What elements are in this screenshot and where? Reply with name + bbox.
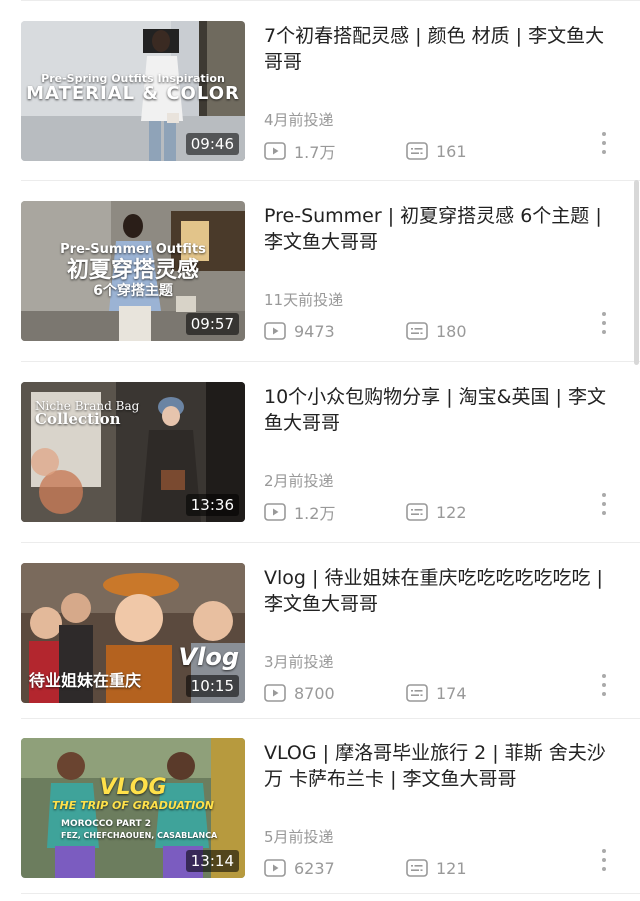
danmaku-count-value: 161 bbox=[436, 141, 467, 161]
more-options-icon[interactable] bbox=[597, 491, 611, 517]
video-thumbnail[interactable]: Pre-Spring Outfits Inspiration MATERIAL … bbox=[21, 21, 245, 161]
video-thumbnail[interactable]: Pre-Summer Outfits 初夏穿搭灵感 6个穿搭主题 09:57 bbox=[21, 201, 245, 341]
video-item[interactable]: Niche Brand Bag Collection 13:36 10个小众包购… bbox=[0, 362, 640, 542]
play-count: 6237 bbox=[264, 859, 406, 878]
video-thumbnail[interactable]: VLOG THE TRIP OF GRADUATION MOROCCO PART… bbox=[21, 738, 245, 878]
video-title[interactable]: 7个初春搭配灵感 | 颜色 材质 | 李文鱼大哥哥 bbox=[264, 23, 619, 75]
more-options-icon[interactable] bbox=[597, 672, 611, 698]
play-count: 8700 bbox=[264, 684, 406, 703]
play-count-icon bbox=[264, 684, 286, 702]
video-title[interactable]: Pre-Summer | 初夏穿搭灵感 6个主题 | 李文鱼大哥哥 bbox=[264, 203, 619, 255]
danmaku-count-icon bbox=[406, 322, 428, 340]
video-stats: 1.7万 161 bbox=[264, 139, 548, 163]
video-stats: 9473 180 bbox=[264, 319, 548, 343]
danmaku-count: 122 bbox=[406, 503, 548, 522]
video-title[interactable]: Vlog | 待业姐妹在重庆吃吃吃吃吃吃吃 | 李文鱼大哥哥 bbox=[264, 565, 619, 617]
play-count-icon bbox=[264, 142, 286, 160]
video-duration: 09:57 bbox=[185, 313, 239, 335]
posted-time: 3月前投递 bbox=[264, 653, 334, 671]
video-item[interactable]: Pre-Spring Outfits Inspiration MATERIAL … bbox=[0, 1, 640, 181]
play-count: 1.2万 bbox=[264, 500, 406, 524]
play-count-value: 8700 bbox=[294, 683, 335, 703]
danmaku-count-value: 122 bbox=[436, 502, 467, 522]
video-duration: 10:15 bbox=[185, 675, 239, 697]
more-options-icon[interactable] bbox=[597, 847, 611, 873]
thumbnail-caption-sub: 待业姐妹在重庆 bbox=[29, 671, 142, 690]
thumbnail-caption-sub: FEZ, CHEFCHAOUEN, CASABLANCA bbox=[61, 831, 218, 840]
play-count-icon bbox=[264, 503, 286, 521]
video-item[interactable]: VLOG THE TRIP OF GRADUATION MOROCCO PART… bbox=[0, 718, 640, 898]
video-title[interactable]: VLOG | 摩洛哥毕业旅行 2 | 菲斯 舍夫沙万 卡萨布兰卡 | 李文鱼大哥… bbox=[264, 740, 619, 792]
danmaku-count-icon bbox=[406, 684, 428, 702]
danmaku-count: 161 bbox=[406, 142, 548, 161]
danmaku-count-icon bbox=[406, 142, 428, 160]
video-stats: 6237 121 bbox=[264, 856, 548, 880]
video-thumbnail[interactable]: Niche Brand Bag Collection 13:36 bbox=[21, 382, 245, 522]
danmaku-count-icon bbox=[406, 859, 428, 877]
play-count: 1.7万 bbox=[264, 139, 406, 163]
divider bbox=[21, 893, 640, 894]
thumbnail-caption-large: MATERIAL & COLOR bbox=[26, 83, 240, 104]
more-options-icon[interactable] bbox=[597, 130, 611, 156]
thumbnail-caption-large: 初夏穿搭灵感 bbox=[66, 258, 199, 283]
video-thumbnail[interactable]: Vlog 待业姐妹在重庆 10:15 bbox=[21, 563, 245, 703]
video-stats: 1.2万 122 bbox=[264, 500, 548, 524]
scrollbar[interactable] bbox=[634, 180, 639, 365]
video-duration: 09:46 bbox=[185, 133, 239, 155]
video-item[interactable]: Vlog 待业姐妹在重庆 10:15 Vlog | 待业姐妹在重庆吃吃吃吃吃吃吃… bbox=[0, 543, 640, 723]
thumbnail-caption-small: THE TRIP OF GRADUATION bbox=[52, 799, 214, 812]
danmaku-count: 180 bbox=[406, 322, 548, 341]
posted-time: 4月前投递 bbox=[264, 111, 334, 129]
video-duration: 13:14 bbox=[185, 850, 239, 872]
video-stats: 8700 174 bbox=[264, 681, 548, 705]
play-count-value: 1.2万 bbox=[294, 504, 336, 523]
danmaku-count-icon bbox=[406, 503, 428, 521]
posted-time: 5月前投递 bbox=[264, 828, 334, 846]
play-count-value: 9473 bbox=[294, 321, 335, 341]
play-count-icon bbox=[264, 859, 286, 877]
posted-time: 2月前投递 bbox=[264, 472, 334, 490]
play-count-value: 1.7万 bbox=[294, 143, 336, 162]
danmaku-count-value: 180 bbox=[436, 321, 467, 341]
play-count: 9473 bbox=[264, 322, 406, 341]
posted-time: 11天前投递 bbox=[264, 291, 344, 309]
thumbnail-caption-small: Pre-Summer Outfits bbox=[60, 242, 206, 257]
play-count-icon bbox=[264, 322, 286, 340]
danmaku-count: 174 bbox=[406, 684, 548, 703]
danmaku-count-value: 121 bbox=[436, 858, 467, 878]
video-duration: 13:36 bbox=[185, 494, 239, 516]
thumbnail-caption-large: Collection bbox=[35, 410, 121, 428]
thumbnail-caption-large: VLOG bbox=[99, 775, 167, 800]
danmaku-count-value: 174 bbox=[436, 683, 467, 703]
video-item[interactable]: Pre-Summer Outfits 初夏穿搭灵感 6个穿搭主题 09:57 P… bbox=[0, 181, 640, 361]
thumbnail-caption-sub: MOROCCO PART 2 bbox=[61, 819, 151, 829]
danmaku-count: 121 bbox=[406, 859, 548, 878]
thumbnail-caption-sub: 6个穿搭主题 bbox=[93, 283, 173, 299]
video-title[interactable]: 10个小众包购物分享 | 淘宝&英国 | 李文鱼大哥哥 bbox=[264, 384, 619, 436]
more-options-icon[interactable] bbox=[597, 310, 611, 336]
play-count-value: 6237 bbox=[294, 858, 335, 878]
thumbnail-caption-large: Vlog bbox=[178, 643, 239, 671]
